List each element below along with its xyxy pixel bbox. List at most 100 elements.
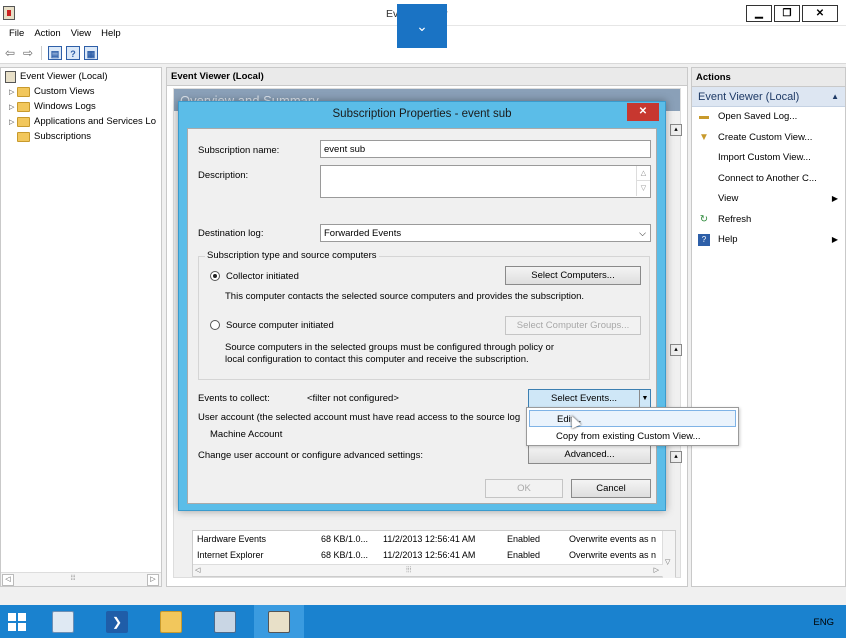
tree-item-applications-services[interactable]: ▷ Applications and Services Lo	[9, 114, 156, 129]
powershell-icon: ❯	[106, 610, 128, 633]
help-icon[interactable]: ?	[66, 46, 80, 60]
description-textarea[interactable]	[320, 165, 651, 198]
subscription-name-input[interactable]: event sub	[320, 140, 651, 158]
tree-item-subscriptions[interactable]: Subscriptions	[17, 129, 91, 144]
console-tree: Event Viewer (Local) ▷ Custom Views ▷ Wi…	[0, 67, 162, 587]
action-view[interactable]: View ▶	[692, 189, 845, 210]
chevron-down-icon[interactable]: ⌄	[397, 4, 447, 48]
tree-horizontal-scrollbar[interactable]: ◁ ⦙⦙⦙ ▷	[1, 572, 161, 586]
event-viewer-icon	[5, 70, 16, 83]
chevron-down-icon: ⌵	[639, 228, 646, 238]
menu-view[interactable]: View	[66, 26, 96, 43]
taskbar: ❯ ENG	[0, 605, 846, 638]
input-language-indicator[interactable]: ENG	[813, 617, 834, 628]
subscription-name-label: Subscription name:	[198, 145, 280, 156]
computer-icon	[214, 610, 236, 633]
folder-icon	[17, 86, 30, 97]
action-open-saved-log[interactable]: ▬ Open Saved Log...	[692, 107, 845, 128]
taskbar-powershell[interactable]: ❯	[92, 605, 142, 638]
scroll-left-icon[interactable]: ◁	[2, 574, 14, 586]
log-modified-cell: 11/2/2013 12:56:41 AM	[383, 550, 476, 560]
action-create-custom-view[interactable]: ▼ Create Custom View...	[692, 128, 845, 149]
menu-file[interactable]: File	[4, 26, 29, 43]
tree-item-label: Applications and Services Lo	[34, 116, 156, 127]
groupbox-title: Subscription type and source computers	[205, 250, 379, 261]
scroll-right-icon[interactable]: ▷	[654, 566, 659, 574]
taskbar-file-explorer[interactable]	[146, 605, 196, 638]
forward-arrow-icon[interactable]: ⇨	[21, 46, 35, 60]
scroll-left-icon[interactable]: ◁	[195, 566, 200, 574]
menu-help[interactable]: Help	[96, 26, 126, 43]
subscription-properties-dialog: Subscription Properties - event sub ✕ Su…	[178, 101, 666, 511]
action-label: Connect to Another C...	[718, 172, 817, 184]
tree-item-windows-logs[interactable]: ▷ Windows Logs	[9, 99, 96, 114]
tree-root[interactable]: Event Viewer (Local)	[5, 69, 107, 84]
collector-initiated-label[interactable]: Collector initiated	[226, 271, 299, 282]
split-dropdown-arrow-icon[interactable]: ▼	[639, 390, 650, 407]
description-scrollbar[interactable]: △ ▽	[636, 166, 650, 197]
table-vertical-scrollbar[interactable]: ▽	[662, 531, 675, 578]
scroll-thumb-grip[interactable]: ⦙⦙⦙	[406, 565, 411, 575]
action-import-custom-view[interactable]: Import Custom View...	[692, 148, 845, 169]
minimize-button[interactable]: ▁	[746, 5, 772, 22]
event-viewer-app-icon[interactable]	[3, 6, 15, 20]
scroll-thumb-grip[interactable]: ⦙⦙⦙	[67, 574, 79, 586]
scroll-right-icon[interactable]: ▷	[147, 574, 159, 586]
destination-log-select[interactable]: Forwarded Events ⌵	[320, 224, 651, 242]
back-arrow-icon[interactable]: ⇦	[3, 46, 17, 60]
close-button[interactable]: ✕	[802, 5, 838, 22]
select-events-label: Select Events...	[550, 393, 617, 404]
section-collapse-icon[interactable]: ▴	[670, 344, 682, 356]
scroll-down-icon[interactable]: ▽	[665, 558, 670, 566]
actions-section-event-viewer[interactable]: Event Viewer (Local) ▲	[692, 87, 845, 107]
table-row[interactable]: Internet Explorer 68 KB/1.0... 11/2/2013…	[193, 548, 663, 563]
source-initiated-label[interactable]: Source computer initiated	[226, 320, 334, 331]
cancel-button[interactable]: Cancel	[571, 479, 651, 498]
select-events-split-button[interactable]: Select Events... ▼	[528, 389, 651, 408]
scroll-down-icon[interactable]: ▽	[636, 181, 650, 196]
taskbar-server-manager[interactable]	[38, 605, 88, 638]
menu-action[interactable]: Action	[29, 26, 65, 43]
section-collapse-icon[interactable]: ▴	[670, 124, 682, 136]
table-horizontal-scrollbar[interactable]: ◁ ⦙⦙⦙ ▷	[193, 564, 663, 576]
file-explorer-icon	[160, 610, 182, 633]
action-help[interactable]: ? Help ▶	[692, 230, 845, 251]
advanced-button[interactable]: Advanced...	[528, 445, 651, 464]
tree-item-custom-views[interactable]: ▷ Custom Views	[9, 84, 95, 99]
actions-pane: Actions Event Viewer (Local) ▲ ▬ Open Sa…	[691, 67, 846, 587]
taskbar-remote-desktop[interactable]	[200, 605, 250, 638]
select-computer-groups-button[interactable]: Select Computer Groups...	[505, 316, 641, 335]
menu-item-edit[interactable]: Edit...	[529, 410, 736, 427]
window-controls: ▁ ❐ ✕	[746, 5, 838, 22]
expand-arrow-icon[interactable]: ▷	[9, 88, 17, 96]
scroll-up-icon[interactable]: △	[636, 166, 650, 181]
tree-item-label: Custom Views	[34, 86, 95, 97]
collector-description: This computer contacts the selected sour…	[225, 291, 585, 302]
select-computers-button[interactable]: Select Computers...	[505, 266, 641, 285]
show-hide-action-pane-icon[interactable]: ▦	[84, 46, 98, 60]
events-to-collect-label: Events to collect:	[198, 393, 270, 404]
collector-initiated-radio[interactable]	[210, 271, 220, 281]
action-connect-to-another[interactable]: Connect to Another C...	[692, 169, 845, 190]
tree-item-label: Subscriptions	[34, 131, 92, 142]
select-events-dropdown-menu: Edit... Copy from existing Custom View..…	[526, 407, 739, 446]
folder-icon: ▬	[699, 111, 709, 122]
source-initiated-radio[interactable]	[210, 320, 220, 330]
source-description-line1: Source computers in the selected groups …	[225, 342, 554, 353]
dialog-close-button[interactable]: ✕	[627, 103, 659, 121]
collapse-up-icon[interactable]: ▲	[831, 92, 839, 101]
maximize-button[interactable]: ❐	[774, 5, 800, 22]
action-refresh[interactable]: ↻ Refresh	[692, 210, 845, 231]
table-row[interactable]: Hardware Events 68 KB/1.0... 11/2/2013 1…	[193, 532, 663, 547]
expand-arrow-icon[interactable]: ▷	[9, 118, 17, 126]
subscriptions-icon	[17, 131, 30, 142]
expand-arrow-icon[interactable]: ▷	[9, 103, 17, 111]
log-size-cell: 68 KB/1.0...	[321, 534, 369, 544]
taskbar-event-viewer[interactable]	[254, 605, 304, 638]
menu-item-copy-custom-view[interactable]: Copy from existing Custom View...	[529, 428, 736, 445]
show-hide-tree-icon[interactable]: ▤	[48, 46, 62, 60]
start-button[interactable]	[0, 605, 34, 638]
section-collapse-icon[interactable]: ▴	[670, 451, 682, 463]
ok-button[interactable]: OK	[485, 479, 563, 498]
action-label: Create Custom View...	[718, 131, 813, 143]
